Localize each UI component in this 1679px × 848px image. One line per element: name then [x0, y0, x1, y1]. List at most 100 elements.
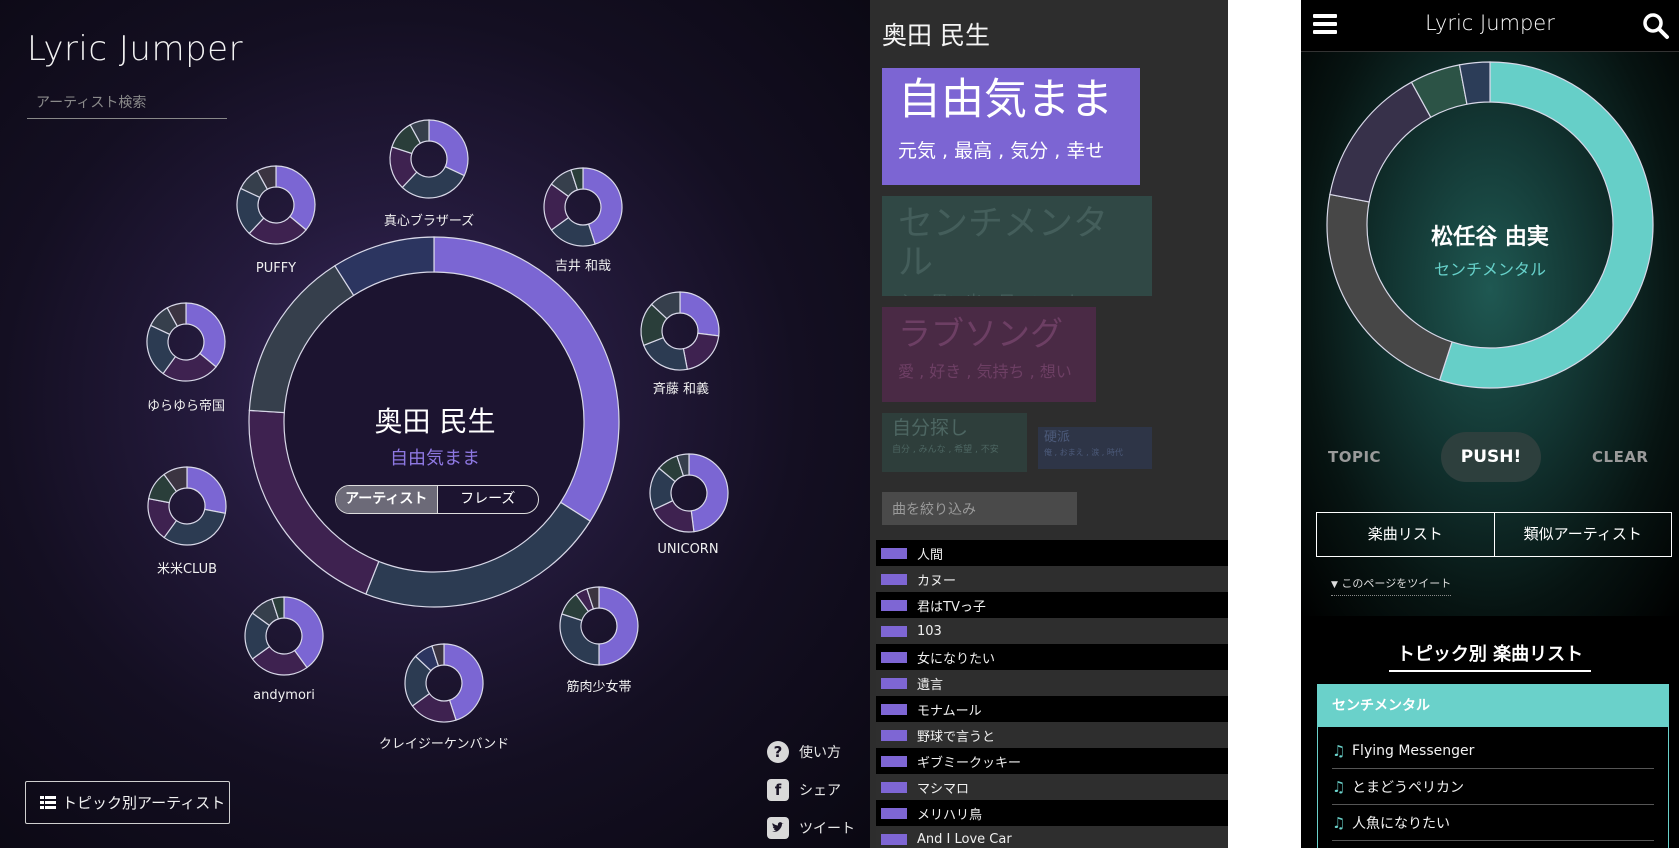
topic-card-title[interactable]: センチメンタル — [1318, 685, 1668, 727]
song-title: マシマロ — [917, 781, 970, 797]
topic-keywords: 俺 , おまえ , 涙 , 時代 — [1044, 448, 1123, 458]
list-item[interactable]: ギブミークッキー — [876, 748, 1228, 774]
mobile-app-title[interactable]: Lyric Jumper — [1301, 11, 1679, 35]
list-item[interactable]: ♫ 人魚になりたい — [1332, 805, 1654, 841]
mini-donut-segment[interactable] — [598, 586, 639, 666]
topic-song-card: センチメンタル ♫ Flying Messenger ♫ とまどうペリカン ♫ … — [1317, 684, 1669, 848]
mini-donut-segment[interactable] — [186, 466, 227, 515]
mini-donut-segment[interactable] — [428, 119, 469, 177]
tab-song-list[interactable]: 楽曲リスト — [1317, 513, 1495, 556]
search-icon[interactable] — [1642, 12, 1670, 40]
center-artist-name: 奥田 民生 — [374, 405, 496, 438]
list-item[interactable]: メリハリ鳥 — [876, 800, 1228, 826]
list-item[interactable]: 野球で言うと — [876, 722, 1228, 748]
tweet-link[interactable]: ツイート — [767, 809, 855, 847]
list-item[interactable]: 103 — [876, 618, 1228, 644]
list-icon — [40, 796, 56, 809]
list-item[interactable]: 女になりたい — [876, 644, 1228, 670]
mini-donut-segment[interactable] — [682, 332, 720, 371]
toggle-phrase[interactable]: フレーズ — [438, 486, 539, 513]
artist-label[interactable]: 斉藤 和義 — [591, 378, 771, 397]
topic-card[interactable]: 硬派 俺 , おまえ , 涙 , 時代 — [1038, 427, 1152, 469]
topic-card[interactable]: 自分探し 自分 , みんな , 希望 , 不安 — [882, 413, 1027, 472]
artist-label[interactable]: 真心ブラザーズ — [339, 210, 519, 229]
mobile-header: Lyric Jumper — [1301, 0, 1679, 52]
tab-similar-artists[interactable]: 類似アーティスト — [1495, 513, 1672, 556]
topic-button[interactable]: TOPIC — [1328, 448, 1381, 466]
help-link[interactable]: ? 使い方 — [767, 733, 855, 771]
topic-card[interactable]: センチメンタル 心 , 思い出 , 風 , いつか — [882, 196, 1152, 296]
push-button[interactable]: PUSH! — [1441, 432, 1541, 482]
mini-donut-segment[interactable] — [163, 508, 227, 546]
music-note-icon: ♫ — [1332, 741, 1346, 760]
song-title: とまどうペリカン — [1352, 779, 1464, 796]
song-title: Flying Messenger — [1352, 742, 1475, 759]
topic-song-list: ♫ Flying Messenger ♫ とまどうペリカン ♫ 人魚になりたい — [1318, 727, 1668, 841]
topic-title: センチメンタル — [898, 204, 1109, 283]
topic-swatch — [881, 599, 907, 611]
mobile-donut-segment[interactable] — [1329, 81, 1432, 203]
mini-donut-segment[interactable] — [185, 302, 226, 368]
mini-donut-segment[interactable] — [275, 165, 316, 231]
mobile-view: Lyric Jumper 松任谷 由実 センチメンタル TOPIC PUSH! … — [1301, 0, 1679, 848]
twitter-icon — [767, 817, 789, 839]
share-link[interactable]: f シェア — [767, 771, 855, 809]
toggle-artist[interactable]: アーティスト — [336, 486, 438, 513]
list-item[interactable]: カヌー — [876, 566, 1228, 592]
share-label: シェア — [799, 783, 841, 799]
mini-donut-segment[interactable] — [679, 291, 720, 337]
topic-artist-button[interactable]: トピック別アーティスト — [25, 781, 230, 824]
help-icon: ? — [767, 741, 789, 763]
song-title: 103 — [917, 623, 942, 639]
list-item[interactable]: And I Love Car — [876, 826, 1228, 848]
topic-swatch — [881, 703, 907, 715]
topic-swatch — [881, 677, 907, 689]
list-item[interactable]: 人間 — [876, 540, 1228, 566]
song-title: 女になりたい — [917, 651, 996, 667]
artist-label[interactable]: andymori — [194, 688, 374, 703]
artist-label[interactable]: 筋肉少女帯 — [509, 676, 689, 695]
artist-label[interactable]: 吉井 和哉 — [493, 255, 673, 274]
topic-title: 自分探し — [892, 417, 969, 439]
topic-card[interactable]: ラブソング 愛 , 好き , 気持ち , 想い — [882, 307, 1096, 402]
list-item[interactable]: 遺言 — [876, 670, 1228, 696]
song-title: メリハリ鳥 — [917, 807, 983, 823]
song-filter-input[interactable]: 曲を絞り込み — [882, 492, 1077, 525]
section-heading: トピック別 楽曲リスト — [1301, 640, 1679, 672]
music-note-icon: ♫ — [1332, 777, 1346, 796]
help-label: 使い方 — [799, 745, 841, 761]
clear-button[interactable]: CLEAR — [1592, 448, 1648, 466]
list-item[interactable]: ♫ とまどうペリカン — [1332, 769, 1654, 805]
mobile-artist-name: 松任谷 由実 — [1431, 225, 1549, 250]
topic-keywords: 自分 , みんな , 希望 , 不安 — [892, 444, 999, 455]
artist-label[interactable]: UNICORN — [598, 542, 778, 557]
tweet-page-link[interactable]: ▼ このページをツイート — [1331, 575, 1452, 596]
topic-swatch — [881, 755, 907, 767]
list-item[interactable]: モナムール — [876, 696, 1228, 722]
list-item[interactable]: 君はTVっ子 — [876, 592, 1228, 618]
topic-card-active[interactable]: 自由気まま 元気 , 最高 , 気分 , 幸せ — [882, 68, 1140, 185]
topic-title: 硬派 — [1044, 430, 1071, 445]
list-item[interactable]: ♫ Flying Messenger — [1332, 733, 1654, 769]
mini-donut-segment[interactable] — [688, 453, 729, 533]
song-title: 遺言 — [917, 677, 944, 693]
artist-label[interactable]: ゆらゆら帝国 — [96, 395, 276, 414]
artist-label[interactable]: PUFFY — [186, 261, 366, 276]
artist-label[interactable]: 米米CLUB — [97, 558, 277, 577]
artist-label[interactable]: クレイジーケンバンド — [354, 733, 534, 752]
facebook-icon: f — [767, 779, 789, 801]
song-title: カヌー — [917, 573, 957, 589]
song-title: 人間 — [917, 547, 944, 563]
mini-donut-segment[interactable] — [559, 613, 600, 666]
song-list: 人間 カヌー 君はTVっ子 103 女になりたい 遺言 モナムール 野球で言うと… — [876, 540, 1228, 848]
topic-swatch — [881, 547, 907, 559]
topic-list-panel: 奥田 民生 自由気まま 元気 , 最高 , 気分 , 幸せ センチメンタル 心 … — [870, 0, 1228, 848]
list-item[interactable]: マシマロ — [876, 774, 1228, 800]
topic-swatch — [881, 573, 907, 585]
view-toggle[interactable]: アーティスト フレーズ — [335, 485, 539, 514]
tweet-page-label: このページをツイート — [1341, 577, 1452, 590]
topic-swatch — [881, 833, 907, 845]
desktop-view: Lyric Jumper アーティスト検索 奥田 民生 自由気まま アーティスト… — [0, 0, 870, 848]
topic-artist-label: トピック別アーティスト — [62, 794, 226, 812]
topic-swatch — [881, 807, 907, 819]
